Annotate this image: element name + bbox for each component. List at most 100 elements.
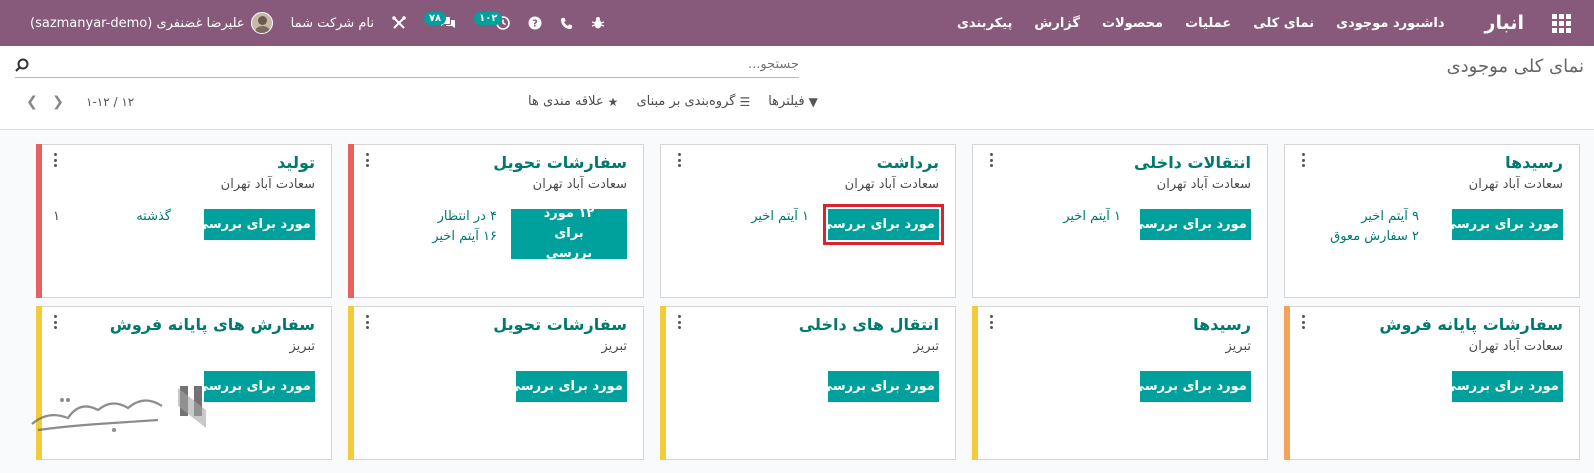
- svg-text:?: ?: [533, 19, 539, 30]
- card-color-bar: [1284, 306, 1290, 460]
- card-title[interactable]: برداشت: [877, 153, 939, 172]
- user-name: علیرضا غضنفری (sazmanyar-demo): [30, 15, 245, 31]
- menu-operations[interactable]: عملیات: [1185, 16, 1231, 31]
- to-process-button[interactable]: ۹ مورد برای بررسی: [1444, 209, 1571, 240]
- card-menu-icon[interactable]: [51, 315, 59, 329]
- card-title[interactable]: انتقال های داخلی: [799, 315, 939, 334]
- search-input[interactable]: [59, 57, 799, 72]
- pager-value[interactable]: ۱-۱۲ / ۱۲: [86, 95, 134, 109]
- watermark-logo: [31, 386, 206, 432]
- pager-previous-icon[interactable]: ❮: [22, 92, 42, 112]
- to-process-button[interactable]: ۰ مورد برای بررسی: [196, 371, 323, 402]
- menu-configuration[interactable]: پیکربندی: [957, 16, 1012, 31]
- card-pos-tehran[interactable]: سفارشات پایانه فروش سعادت آباد تهران ۰ م…: [1284, 306, 1580, 460]
- messaging-menu[interactable]: ۷۸: [423, 11, 456, 30]
- control-panel: نمای کلی موجودی ▼ فیلترها ☰ گروه‌بندی بر…: [0, 46, 1594, 130]
- card-delivery-tehran[interactable]: سفارشات تحویل سعادت آباد تهران ۱۲ مورد ب…: [348, 144, 644, 298]
- card-stat-recent[interactable]: ۱ آیتم اخیر: [751, 209, 809, 224]
- card-manufacturing-tehran[interactable]: تولید سعادت آباد تهران ۸ مورد برای بررسی…: [36, 144, 332, 298]
- user-menu[interactable]: علیرضا غضنفری (sazmanyar-demo): [30, 12, 273, 34]
- card-internal-tehran[interactable]: انتقالات داخلی سعادت آباد تهران ۱ مورد ب…: [972, 144, 1268, 298]
- pager: ❮ ❯ ۱-۱۲ / ۱۲: [22, 92, 134, 112]
- activity-menu[interactable]: ۱۰۲: [474, 11, 511, 30]
- to-process-button[interactable]: ۱ مورد برای بررسی: [1132, 209, 1259, 240]
- apps-menu-icon[interactable]: [1538, 0, 1584, 46]
- messages-badge: ۷۸: [423, 11, 447, 25]
- favorites-button[interactable]: ★ علاقه مندی ها: [528, 94, 618, 109]
- card-menu-icon[interactable]: [363, 153, 371, 167]
- filters-button[interactable]: ▼ فیلترها: [768, 94, 818, 109]
- card-subtitle: سعادت آباد تهران: [220, 177, 315, 192]
- card-title[interactable]: انتقالات داخلی: [1134, 153, 1251, 172]
- menu-overview[interactable]: نمای کلی: [1253, 16, 1314, 31]
- bars-icon: ☰: [739, 94, 751, 109]
- pager-next-icon[interactable]: ❯: [48, 92, 68, 112]
- card-stat-backorders[interactable]: ۲ سفارش معوق: [1330, 229, 1419, 244]
- debug-bug-icon[interactable]: [591, 16, 605, 30]
- card-menu-icon[interactable]: [363, 315, 371, 329]
- card-title[interactable]: سفارشات تحویل: [493, 153, 627, 172]
- card-subtitle: تبریز: [601, 339, 627, 354]
- card-receipts-tabriz[interactable]: رسیدها تبریز ۰ مورد برای بررسی: [972, 306, 1268, 460]
- card-title[interactable]: تولید: [277, 153, 315, 172]
- card-delivery-tabriz[interactable]: سفارشات تحویل تبریز ۰ مورد برای بررسی: [348, 306, 644, 460]
- card-stat-recent[interactable]: ۱ آیتم اخیر: [1063, 209, 1121, 224]
- menu-products[interactable]: محصولات: [1102, 16, 1163, 31]
- search-icon[interactable]: [15, 58, 29, 72]
- card-title[interactable]: سفارشات پایانه فروش: [1379, 315, 1563, 334]
- menu-dashboard[interactable]: داشبورد موجودی: [1336, 16, 1444, 31]
- card-stat-late-value[interactable]: ۱: [53, 209, 60, 224]
- card-menu-icon[interactable]: [675, 315, 683, 329]
- card-subtitle: تبریز: [1225, 339, 1251, 354]
- card-internal-tabriz[interactable]: انتقال های داخلی تبریز ۰ مورد برای بررسی: [660, 306, 956, 460]
- card-pick-tehran[interactable]: برداشت سعادت آباد تهران ۱ مورد برای بررس…: [660, 144, 956, 298]
- top-navbar: انبار داشبورد موجودی نمای کلی عملیات محص…: [0, 0, 1594, 46]
- card-color-bar: [348, 306, 354, 460]
- phone-icon[interactable]: [560, 17, 573, 30]
- card-menu-icon[interactable]: [1299, 315, 1307, 329]
- page-title: نمای کلی موجودی: [1446, 56, 1584, 77]
- card-subtitle: سعادت آباد تهران: [1468, 177, 1563, 192]
- card-stat-recent[interactable]: ۱۶ آیتم اخیر: [432, 229, 497, 244]
- card-color-bar: [972, 306, 978, 460]
- star-icon: ★: [607, 94, 619, 109]
- to-process-button[interactable]: ۱۲ مورد برای بررسی: [511, 206, 627, 261]
- tools-icon[interactable]: [392, 16, 406, 30]
- card-subtitle: تبریز: [913, 339, 939, 354]
- card-receipts-tehran[interactable]: رسیدها سعادت آباد تهران ۹ مورد برای بررس…: [1284, 144, 1580, 298]
- to-process-button[interactable]: ۱ مورد برای بررسی: [820, 204, 947, 245]
- search-bar: [15, 52, 799, 78]
- card-subtitle: سعادت آباد تهران: [1156, 177, 1251, 192]
- main-menu: داشبورد موجودی نمای کلی عملیات محصولات گ…: [935, 16, 1445, 31]
- company-switcher[interactable]: نام شرکت شما: [291, 16, 374, 31]
- card-menu-icon[interactable]: [1299, 153, 1307, 167]
- card-stat-late-label[interactable]: گذشته: [136, 209, 171, 224]
- menu-reporting[interactable]: گزارش: [1034, 16, 1080, 31]
- to-process-button[interactable]: ۰ مورد برای بررسی: [508, 371, 635, 402]
- to-process-button[interactable]: ۰ مورد برای بررسی: [820, 371, 947, 402]
- card-title[interactable]: رسیدها: [1505, 153, 1563, 172]
- card-color-bar: [348, 144, 354, 298]
- card-menu-icon[interactable]: [987, 153, 995, 167]
- card-stat-waiting[interactable]: ۴ در انتظار: [438, 209, 497, 224]
- to-process-button[interactable]: ۰ مورد برای بررسی: [1444, 371, 1571, 402]
- group-by-button[interactable]: ☰ گروه‌بندی بر مبنای: [636, 94, 750, 109]
- card-color-bar: [660, 306, 666, 460]
- card-menu-icon[interactable]: [987, 315, 995, 329]
- card-menu-icon[interactable]: [675, 153, 683, 167]
- to-process-button[interactable]: ۰ مورد برای بررسی: [1132, 371, 1259, 402]
- to-process-button[interactable]: ۸ مورد برای بررسی: [196, 209, 323, 240]
- filter-icon: ▼: [808, 94, 818, 109]
- app-brand[interactable]: انبار: [1485, 12, 1524, 34]
- card-title[interactable]: سفارشات تحویل: [493, 315, 627, 334]
- card-subtitle: تبریز: [289, 339, 315, 354]
- card-title[interactable]: سفارش های پایانه فروش: [110, 315, 315, 334]
- activity-badge: ۱۰۲: [474, 11, 503, 25]
- card-subtitle: سعادت آباد تهران: [844, 177, 939, 192]
- card-title[interactable]: رسیدها: [1193, 315, 1251, 334]
- card-menu-icon[interactable]: [51, 153, 59, 167]
- help-icon[interactable]: ?: [528, 16, 542, 30]
- card-stat-recent[interactable]: ۹ آیتم اخیر: [1361, 209, 1419, 224]
- card-subtitle: سعادت آباد تهران: [1468, 339, 1563, 354]
- avatar: [250, 12, 273, 34]
